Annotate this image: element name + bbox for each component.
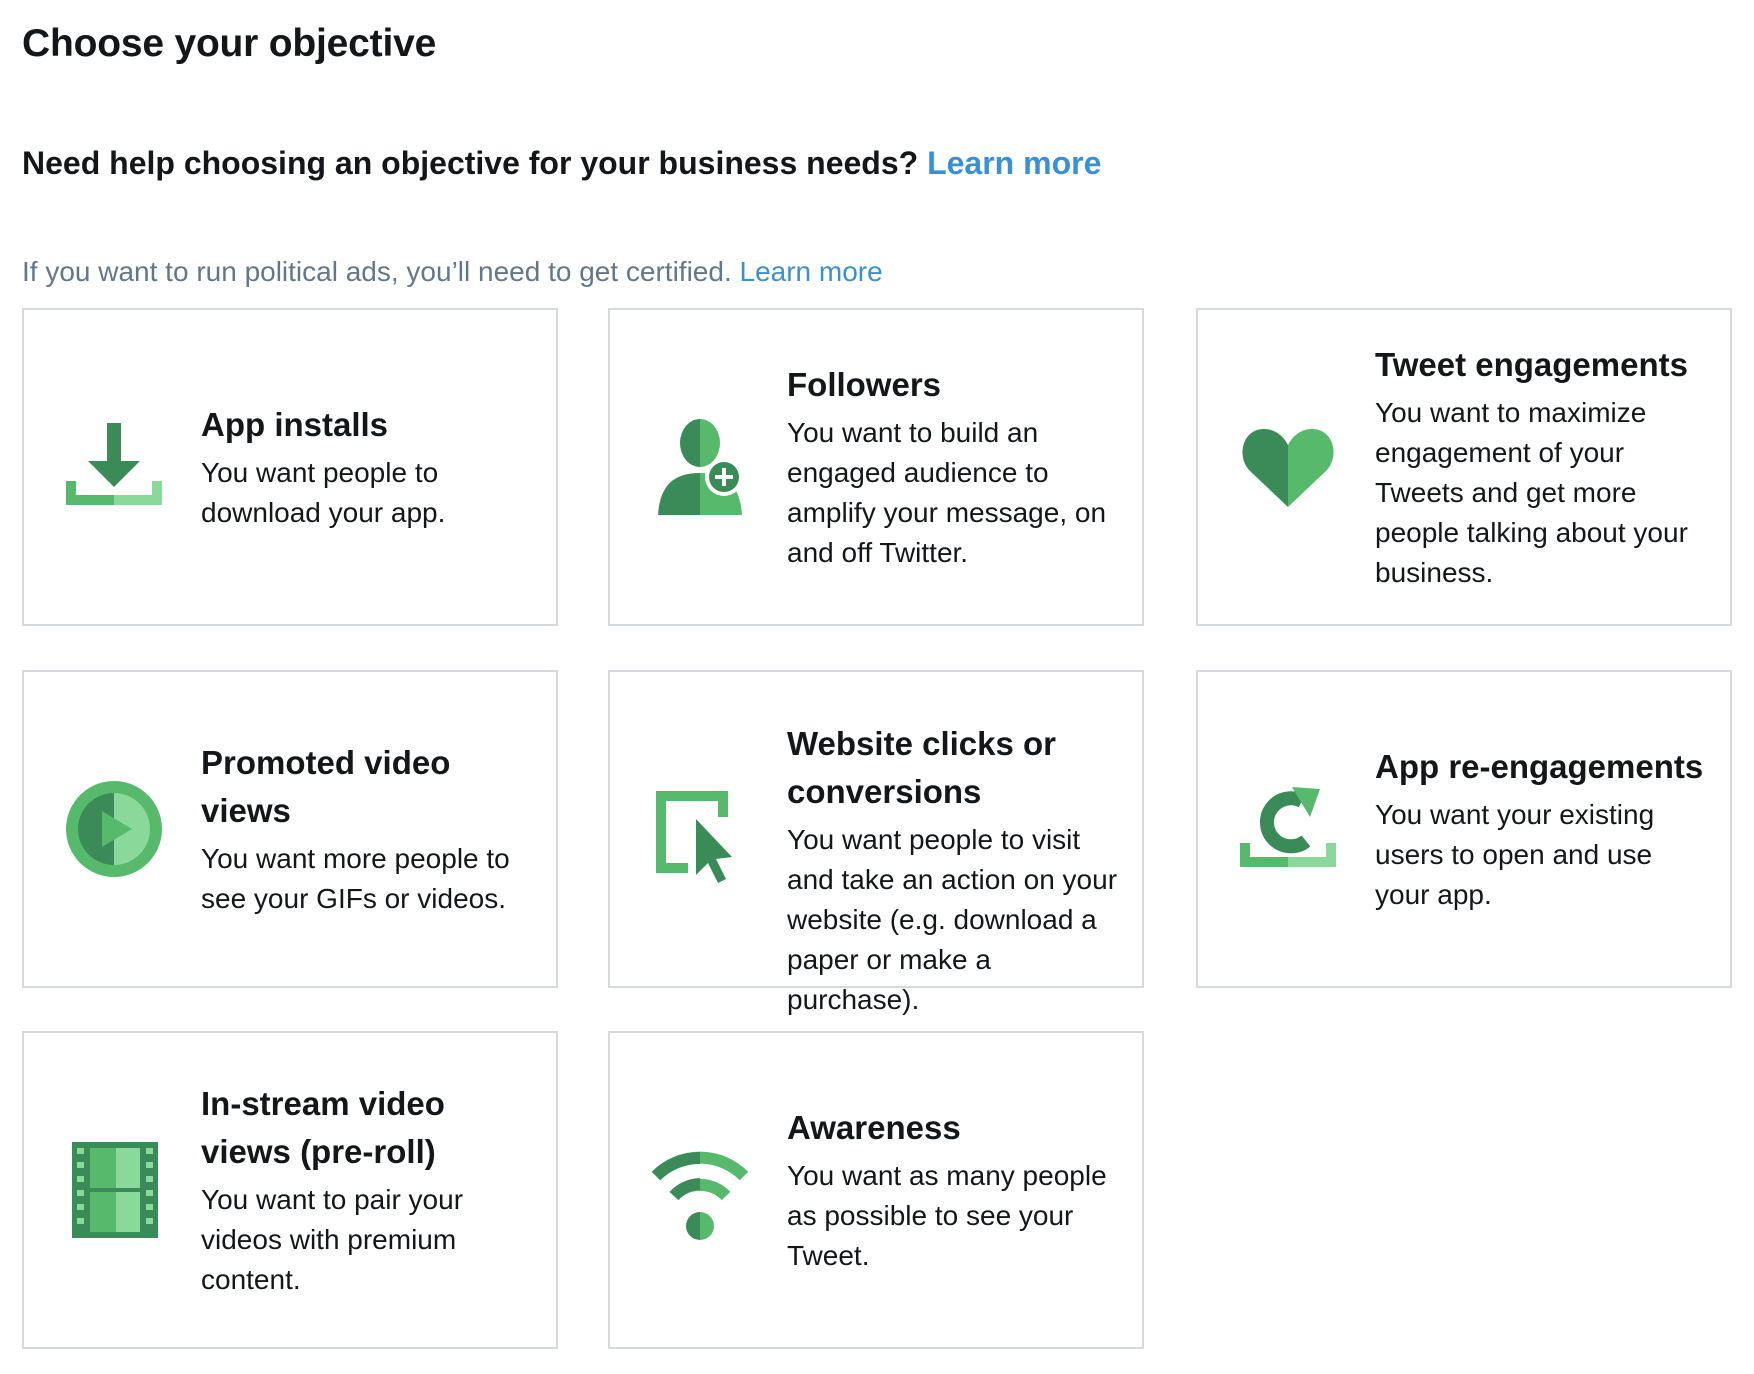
objective-card-awareness[interactable]: Awareness You want as many people as pos… xyxy=(608,1031,1144,1349)
wifi-icon xyxy=(650,1140,750,1240)
objective-card-promoted-video-views[interactable]: Promoted video views You want more peopl… xyxy=(22,670,558,988)
objective-description: You want to pair your videos with premiu… xyxy=(201,1184,464,1295)
objective-description: You want your existing users to open and… xyxy=(1375,799,1655,910)
objective-title: Awareness xyxy=(787,1109,961,1146)
objective-description: You want as many people as possible to s… xyxy=(787,1160,1107,1271)
objective-card-tweet-engagements[interactable]: Tweet engagements You want to maximize e… xyxy=(1196,308,1732,626)
objective-card-app-installs[interactable]: App installs You want people to download… xyxy=(22,308,558,626)
objective-description: You want people to visit and take an act… xyxy=(787,824,1118,1015)
help-text: Need help choosing an objective for your… xyxy=(22,145,1101,182)
objective-card-app-re-engagements[interactable]: App re-engagements You want your existin… xyxy=(1196,670,1732,988)
help-learn-more-link[interactable]: Learn more xyxy=(927,145,1101,181)
objective-description: You want people to download your app. xyxy=(201,457,446,528)
refresh-icon xyxy=(1238,779,1338,879)
download-icon xyxy=(64,417,164,517)
objective-title: Website clicks or conversions xyxy=(787,725,1057,810)
objective-title: In-stream video views (pre-roll) xyxy=(201,1085,445,1170)
objective-title: App re-engagements xyxy=(1375,748,1704,785)
objective-card-in-stream-video-views[interactable]: In-stream video views (pre-roll) You wan… xyxy=(22,1031,558,1349)
objective-title: Followers xyxy=(787,366,942,403)
political-notice: If you want to run political ads, you’ll… xyxy=(22,256,883,288)
film-strip-icon xyxy=(64,1140,164,1240)
objective-description: You want to maximize engagement of your … xyxy=(1375,397,1688,588)
page-title: Choose your objective xyxy=(22,22,437,65)
add-follower-icon xyxy=(650,417,750,517)
objective-card-followers[interactable]: Followers You want to build an engaged a… xyxy=(608,308,1144,626)
objective-title: Promoted video views xyxy=(201,744,451,829)
objective-title: App installs xyxy=(201,406,389,443)
cursor-click-icon xyxy=(650,785,750,885)
objective-title: Tweet engagements xyxy=(1375,346,1688,383)
help-question: Need help choosing an objective for your… xyxy=(22,145,919,181)
heart-icon xyxy=(1238,417,1338,517)
objective-page: Choose your objective Need help choosing… xyxy=(0,0,1754,1374)
political-learn-more-link[interactable]: Learn more xyxy=(740,256,883,287)
objective-description: You want more people to see your GIFs or… xyxy=(201,843,510,914)
objective-card-website-clicks[interactable]: Website clicks or conversions You want p… xyxy=(608,670,1144,1015)
objective-description: You want to build an engaged audience to… xyxy=(787,417,1107,568)
political-notice-text: If you want to run political ads, you’ll… xyxy=(22,256,732,287)
play-icon xyxy=(64,779,164,879)
